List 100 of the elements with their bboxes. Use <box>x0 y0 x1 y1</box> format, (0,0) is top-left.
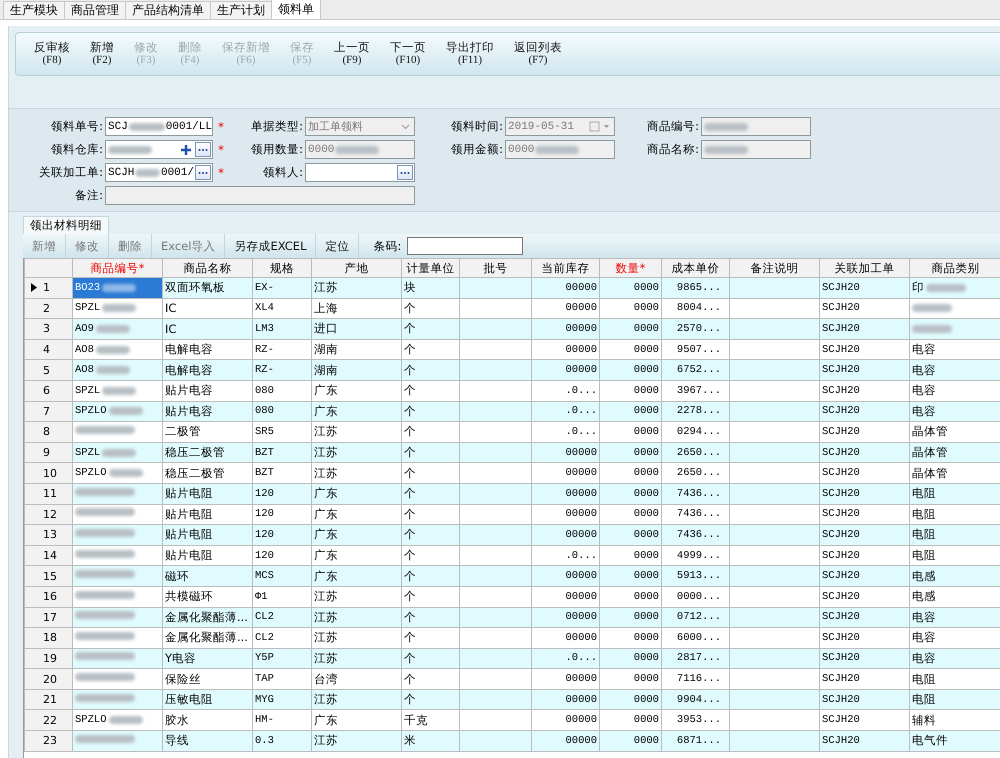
redacted-text <box>108 716 143 724</box>
table-cell: 00000 <box>532 566 600 586</box>
module-tab[interactable]: 生产模块 <box>3 1 65 19</box>
field-label: 商品名称: <box>646 142 700 157</box>
table-cell: SCJH20 <box>820 422 910 442</box>
toolbar-button[interactable]: 新增 (F2) <box>80 41 124 67</box>
toolbar-button[interactable]: 反审核 (F8) <box>24 41 80 67</box>
table-cell: SCJH20 <box>820 730 910 752</box>
table-cell: 稳压二极管 <box>162 462 252 484</box>
row-number: 22 <box>43 714 57 727</box>
required-mark: * <box>217 120 225 134</box>
lookup-button[interactable] <box>397 165 413 180</box>
column-header[interactable]: 规格 <box>252 258 312 278</box>
column-header[interactable]: 批号 <box>460 258 532 278</box>
redacted-text <box>135 168 160 176</box>
column-header[interactable]: 商品名称 <box>162 258 252 278</box>
lookup-button[interactable] <box>195 165 211 180</box>
row-number: 1 <box>43 281 50 294</box>
row-number: 2 <box>43 302 50 315</box>
redacted-text <box>75 550 135 558</box>
table-cell: 00000 <box>532 278 600 298</box>
column-header[interactable]: 计量单位 <box>402 258 460 278</box>
redacted-text <box>75 570 135 578</box>
column-header[interactable]: 关联加工单 <box>820 258 910 278</box>
table-cell: 0000 <box>600 278 662 298</box>
column-header[interactable]: 成本单价 <box>662 258 730 278</box>
column-header[interactable]: 当前库存 <box>532 258 600 278</box>
table-cell: RZ- <box>252 360 312 380</box>
redacted-text <box>75 652 135 660</box>
toolbar-button[interactable]: 上一页 (F9) <box>324 41 380 67</box>
table-cell: 0294... <box>662 422 730 442</box>
table-cell: SCJH20 <box>820 628 910 648</box>
table-cell: 2570... <box>662 318 730 340</box>
barcode-input[interactable] <box>407 237 524 255</box>
redacted-text <box>75 734 135 743</box>
table-cell: SCJH20 <box>820 586 910 607</box>
column-header[interactable]: 数量* <box>600 258 662 278</box>
detail-tab[interactable]: 领出材料明细 <box>23 216 109 234</box>
table-cell: 金属化聚酯薄... <box>162 628 252 648</box>
category-text: 电容 <box>912 383 936 398</box>
module-tab[interactable]: 生产计划 <box>210 1 272 19</box>
table-cell: .0... <box>532 422 600 442</box>
column-header[interactable]: 产地 <box>312 258 402 278</box>
table-cell: 共模磁环 <box>162 586 252 607</box>
table-cell: SCJH20 <box>820 360 910 380</box>
table-cell: 00000 <box>532 730 600 752</box>
field-label: 领用数量: <box>250 142 304 157</box>
ellipsis-icon <box>198 170 208 174</box>
input-field[interactable] <box>105 140 213 159</box>
product-code: SPZL <box>75 384 100 397</box>
ellipsis-icon <box>400 170 410 174</box>
input-field[interactable] <box>305 163 415 182</box>
barcode-label: 条码: <box>372 238 402 254</box>
table-cell: 台湾 <box>312 668 402 690</box>
column-header[interactable]: 商品类别 <box>910 258 1000 278</box>
row-number: 10 <box>43 466 57 480</box>
input-field[interactable]: SCJH 0001/ <box>105 163 213 182</box>
redacted-text <box>96 366 130 374</box>
column-header[interactable]: 商品编号* <box>72 258 162 278</box>
table-cell: SR5 <box>252 422 312 442</box>
category-text: 电容 <box>912 650 936 666</box>
table-cell: 磁环 <box>162 566 252 586</box>
table-cell: 0000... <box>662 586 730 607</box>
redacted-text <box>96 346 130 354</box>
column-header[interactable]: 备注说明 <box>730 258 820 278</box>
category-text: 电气件 <box>912 733 948 748</box>
field-label: 领料仓库: <box>50 142 104 157</box>
field-text: 0000 <box>308 144 334 156</box>
table-cell: 0.3 <box>252 730 312 752</box>
product-code: AO9 <box>75 322 94 335</box>
table-cell: 0000 <box>600 566 662 586</box>
input-field[interactable]: SCJ 0001/LL <box>105 117 213 136</box>
table-cell: CL2 <box>252 628 312 648</box>
table-cell: 2650... <box>662 462 730 484</box>
lookup-button[interactable] <box>195 142 211 157</box>
table-cell: 个 <box>402 524 460 546</box>
category-text: 电容 <box>912 404 936 419</box>
add-icon[interactable] <box>180 144 192 156</box>
field-label: 领料人: <box>262 165 304 180</box>
redacted-text <box>128 122 165 130</box>
toolbar-button[interactable]: 导出打印 (F11) <box>436 41 504 67</box>
redacted-text <box>75 426 135 434</box>
table-cell: 3967... <box>662 380 730 402</box>
table-cell: 00000 <box>532 462 600 484</box>
category-text: 电感 <box>912 568 936 584</box>
product-code: SPZL <box>75 302 100 314</box>
table-cell: 双面环氧板 <box>162 278 252 298</box>
toolbar-button[interactable]: 下一页 (F10) <box>380 41 436 67</box>
table-cell: 0000 <box>600 668 662 690</box>
module-tab[interactable]: 领料单 <box>271 0 321 19</box>
module-tab[interactable]: 商品管理 <box>64 1 126 19</box>
toolbar-button[interactable]: 返回列表 (F7) <box>504 41 572 67</box>
table-cell: 二极管 <box>162 422 252 442</box>
module-tab[interactable]: 产品结构清单 <box>125 1 211 19</box>
row-number: 11 <box>43 487 57 500</box>
redacted-text <box>96 324 130 333</box>
row-number: 20 <box>43 672 57 686</box>
table-cell: 00000 <box>532 483 600 504</box>
table-cell: 贴片电阻 <box>162 524 252 546</box>
table-cell: 贴片电阻 <box>162 483 252 504</box>
